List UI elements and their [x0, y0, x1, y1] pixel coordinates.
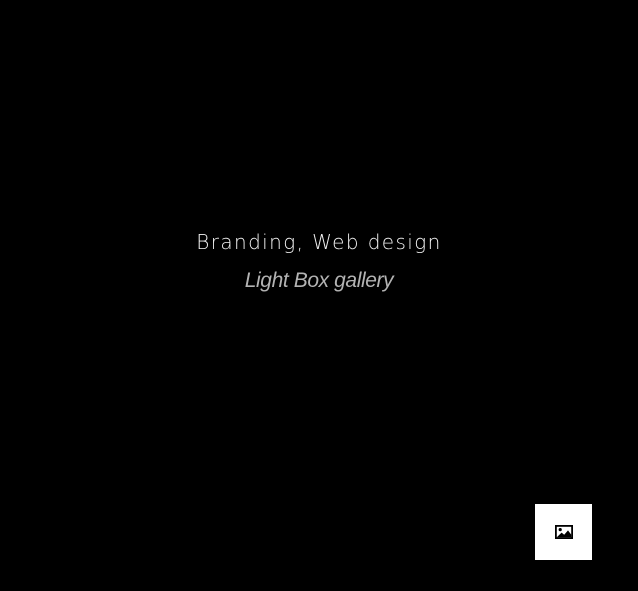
portfolio-item[interactable]: Branding, Web design Light Box gallery	[0, 0, 638, 591]
lightbox-gallery-button[interactable]	[535, 504, 592, 560]
image-icon	[554, 525, 573, 539]
item-categories: Branding, Web design	[196, 230, 442, 254]
item-title[interactable]: Light Box gallery	[0, 267, 638, 295]
